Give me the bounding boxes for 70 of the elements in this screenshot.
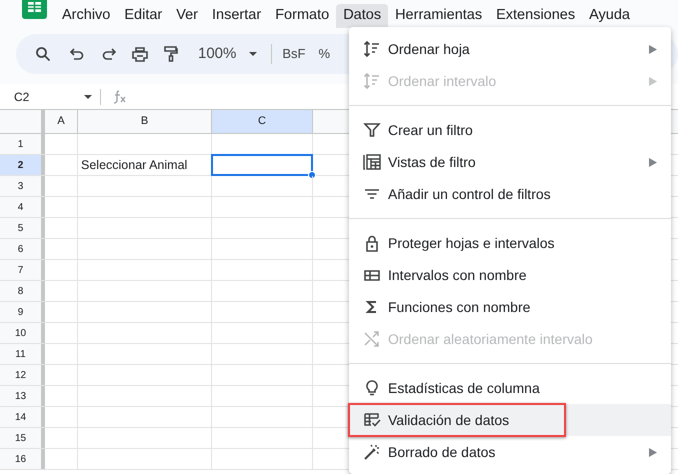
row-header[interactable]: 7: [0, 260, 45, 280]
menu-bar-item[interactable]: Archivo: [55, 4, 118, 28]
row-header[interactable]: 6: [0, 239, 45, 259]
cell-text: Seleccionar Animal: [80, 156, 188, 174]
row-header[interactable]: 15: [0, 428, 45, 448]
row-header[interactable]: 10: [0, 323, 45, 343]
sort-icon: [363, 72, 381, 90]
row-header[interactable]: 14: [0, 407, 45, 427]
active-cell[interactable]: [211, 154, 313, 176]
print-icon[interactable]: [132, 46, 148, 62]
redo-icon[interactable]: [102, 48, 116, 60]
column-header[interactable]: A: [45, 110, 78, 133]
menu-bar-item[interactable]: Datos: [336, 4, 388, 28]
submenu-arrow-icon: [649, 44, 657, 54]
filter-icon: [363, 121, 381, 139]
menu-item[interactable]: Proteger hojas e intervalos: [349, 227, 671, 259]
column-header[interactable]: B: [78, 110, 212, 133]
column-header[interactable]: C: [212, 110, 313, 133]
sort-icon: [363, 40, 381, 58]
caret-icon: [249, 52, 258, 56]
menu-bar-item[interactable]: Extensiones: [489, 4, 582, 28]
magic-wand-icon: [363, 443, 381, 461]
menu-item[interactable]: Vistas de filtro: [349, 146, 671, 178]
menu-bar-item[interactable]: Ver: [169, 4, 206, 28]
menu-bar-item[interactable]: Formato: [268, 4, 336, 28]
caret-icon: [84, 94, 92, 98]
percent-button[interactable]: %: [318, 44, 330, 64]
menu-item[interactable]: Estadísticas de columna: [349, 372, 671, 404]
name-box[interactable]: C2: [0, 88, 100, 106]
row-header[interactable]: 2: [0, 155, 45, 175]
row-header[interactable]: 4: [0, 197, 45, 217]
menu-bar-item[interactable]: Ayuda: [582, 4, 637, 28]
shuffle-icon: [363, 330, 381, 348]
lock-icon: [363, 234, 381, 252]
table-icon: [363, 153, 381, 171]
menu-bar-item[interactable]: Editar: [117, 4, 170, 28]
row-header[interactable]: 3: [0, 176, 45, 196]
menu-bar-item[interactable]: Herramientas: [388, 4, 490, 28]
format-button[interactable]: BsF: [282, 44, 306, 64]
row-header[interactable]: 11: [0, 344, 45, 364]
row-header[interactable]: 13: [0, 386, 45, 406]
menu-item[interactable]: Intervalos con nombre: [349, 259, 671, 291]
menu-item: Ordenar aleatoriamente intervalo: [349, 323, 671, 355]
lightbulb-icon: [363, 379, 381, 397]
submenu-arrow-icon: [649, 448, 657, 456]
paint-format-icon[interactable]: [164, 46, 178, 62]
menu-bar-item[interactable]: Insertar: [205, 4, 268, 28]
undo-icon[interactable]: [70, 48, 84, 60]
row-header[interactable]: 12: [0, 365, 45, 385]
row-header[interactable]: 8: [0, 281, 45, 301]
row-header[interactable]: 5: [0, 218, 45, 238]
row-header[interactable]: 9: [0, 302, 45, 322]
row-header[interactable]: 1: [0, 134, 45, 154]
cell-reference: C2: [14, 88, 30, 106]
submenu-arrow-icon: [649, 158, 657, 166]
submenu-arrow-icon: [649, 76, 657, 86]
row-header[interactable]: 16: [0, 449, 45, 469]
table-check-icon: [363, 411, 381, 429]
search-icon[interactable]: [35, 46, 51, 62]
zoom-dropdown[interactable]: 100%: [198, 42, 258, 66]
menu-item[interactable]: Borrado de datos: [349, 436, 671, 468]
menu-item[interactable]: Funciones con nombre: [349, 291, 671, 323]
spreadsheet-logo-icon[interactable]: [22, 0, 47, 19]
function-icon: [113, 90, 127, 104]
menu-item[interactable]: Ordenar hoja: [349, 33, 671, 65]
menu-item[interactable]: Crear un filtro: [349, 114, 671, 146]
menu-item[interactable]: Añadir un control de filtros: [349, 178, 671, 210]
menu-item: Ordenar intervalo: [349, 65, 671, 97]
menu-item[interactable]: Validación de datos: [349, 404, 671, 436]
fill-handle[interactable]: [308, 171, 316, 179]
